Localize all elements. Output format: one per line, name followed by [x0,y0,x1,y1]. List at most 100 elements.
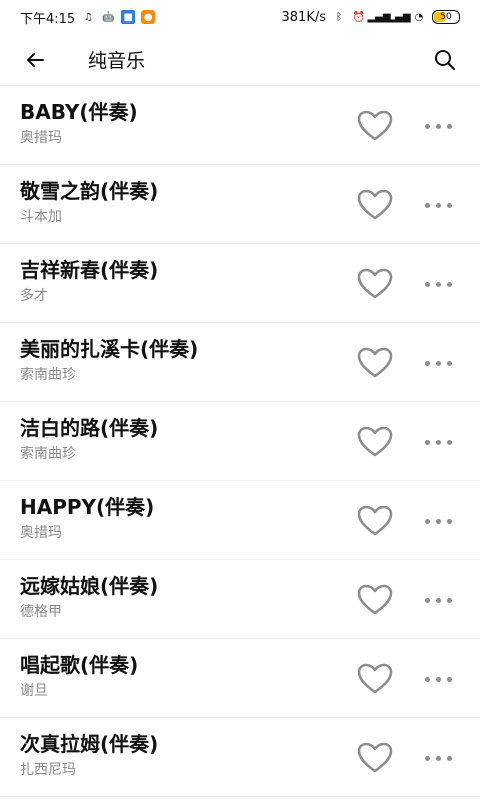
more-dot [424,123,430,129]
favorite-button[interactable] [353,424,397,460]
heart-icon [357,268,393,299]
favorite-button[interactable] [353,503,397,539]
signal-icon: ▂▄▆ [367,11,391,23]
more-dot [424,281,430,287]
heart-icon [357,742,393,773]
heart-icon [357,584,393,615]
song-artist: 斗本加 [20,209,62,225]
song-text: 美丽的扎溪卡(伴奏) 索南曲珍 [20,335,320,385]
more-button[interactable] [418,114,458,138]
favorite-button[interactable] [353,266,397,302]
more-dot [435,676,441,682]
more-dot [435,518,441,524]
song-row[interactable]: 吉祥新春(伴奏) 多才 [0,244,480,323]
page-title: 纯音乐 [88,50,146,72]
favorite-button[interactable] [353,108,397,144]
more-button[interactable] [418,746,458,770]
more-dot [446,281,452,287]
song-row[interactable]: 洁白的路(伴奏) 索南曲珍 [0,402,480,481]
song-artist: 德格甲 [20,604,62,620]
song-row[interactable]: BABY(伴奏) 奥措玛 [0,86,480,165]
favorite-button[interactable] [353,345,397,381]
more-button[interactable] [418,588,458,612]
song-artist: 谢旦 [20,683,48,699]
song-title: 敬雪之韵(伴奏) [20,179,159,203]
song-artist: 奥措玛 [20,525,62,541]
status-left: 下午4:15 ♫ 🤖 ■ ● [20,8,156,27]
favorite-button[interactable] [353,740,397,776]
favorite-button[interactable] [353,582,397,618]
more-dot [435,439,441,445]
search-button[interactable] [428,43,462,77]
more-dot [446,676,452,682]
song-row[interactable]: 美丽的扎溪卡(伴奏) 索南曲珍 [0,323,480,402]
battery-level: 50 [440,12,452,22]
battery-icon: 50 [432,10,460,24]
heart-icon [357,110,393,141]
song-row[interactable]: HAPPY(伴奏) 奥措玛 [0,481,480,560]
song-title: 吉祥新春(伴奏) [20,258,159,282]
song-title: 远嫁姑娘(伴奏) [20,574,159,598]
more-button[interactable] [418,430,458,454]
more-button[interactable] [418,509,458,533]
song-artist: 奥措玛 [20,130,62,146]
more-dot [435,202,441,208]
song-title: 洁白的路(伴奏) [20,416,159,440]
back-button[interactable] [18,43,52,77]
arrow-left-icon [27,52,44,67]
song-row[interactable]: 远嫁姑娘(伴奏) 德格甲 [0,560,480,639]
more-dot [424,518,430,524]
song-title: 次真拉姆(伴奏) [20,732,159,756]
search-icon [435,49,455,70]
song-title: 美丽的扎溪卡(伴奏) [20,337,199,361]
song-title: HAPPY(伴奏) [20,495,155,519]
more-dot [424,755,430,761]
more-dot [446,597,452,603]
heart-icon [357,347,393,378]
more-dot [446,202,452,208]
wifi-icon: ◔ [414,11,424,23]
more-dot [446,755,452,761]
song-text: 远嫁姑娘(伴奏) 德格甲 [20,572,320,622]
song-row[interactable]: 唱起歌(伴奏) 谢旦 [0,639,480,718]
more-dot [424,439,430,445]
song-artist: 索南曲珍 [20,367,76,383]
more-button[interactable] [418,351,458,375]
song-title: 唱起歌(伴奏) [20,653,139,677]
more-dot [446,439,452,445]
music-note-icon: ♫ [83,11,93,23]
more-button[interactable] [418,193,458,217]
more-dot [435,281,441,287]
song-artist: 多才 [20,288,48,304]
song-title: BABY(伴奏) [20,100,138,124]
more-button[interactable] [418,667,458,691]
more-dot [424,360,430,366]
heart-icon [357,505,393,536]
favorite-button[interactable] [353,661,397,697]
song-artist: 索南曲珍 [20,446,76,462]
song-text: 唱起歌(伴奏) 谢旦 [20,651,320,701]
bluetooth-icon: ᛒ [336,11,342,23]
more-dot [435,755,441,761]
more-dot [446,123,452,129]
song-row[interactable]: 次真拉姆(伴奏) 扎西尼玛 [0,718,480,797]
more-dot [424,597,430,603]
more-dot [446,518,452,524]
song-artist: 扎西尼玛 [20,762,76,778]
more-dot [435,360,441,366]
app-orange-icon: ● [141,10,156,24]
song-row[interactable]: 敬雪之韵(伴奏) 斗本加 [0,165,480,244]
song-text: 洁白的路(伴奏) 索南曲珍 [20,414,320,464]
signal-icon-2: ▂▄▆ [387,11,411,23]
song-text: 吉祥新春(伴奏) 多才 [20,256,320,306]
network-speed: 381K/s [281,9,327,25]
song-text: BABY(伴奏) 奥措玛 [20,98,320,148]
app-bar: 纯音乐 [0,34,480,86]
more-dot [435,123,441,129]
heart-icon [357,426,393,457]
heart-icon [357,189,393,220]
favorite-button[interactable] [353,187,397,223]
more-dot [446,360,452,366]
more-button[interactable] [418,272,458,296]
status-bar: 下午4:15 ♫ 🤖 ■ ● 381K/s ᛒ ⏰ ▂▄▆ ▂▄▆ ◔ 50 [0,0,480,34]
